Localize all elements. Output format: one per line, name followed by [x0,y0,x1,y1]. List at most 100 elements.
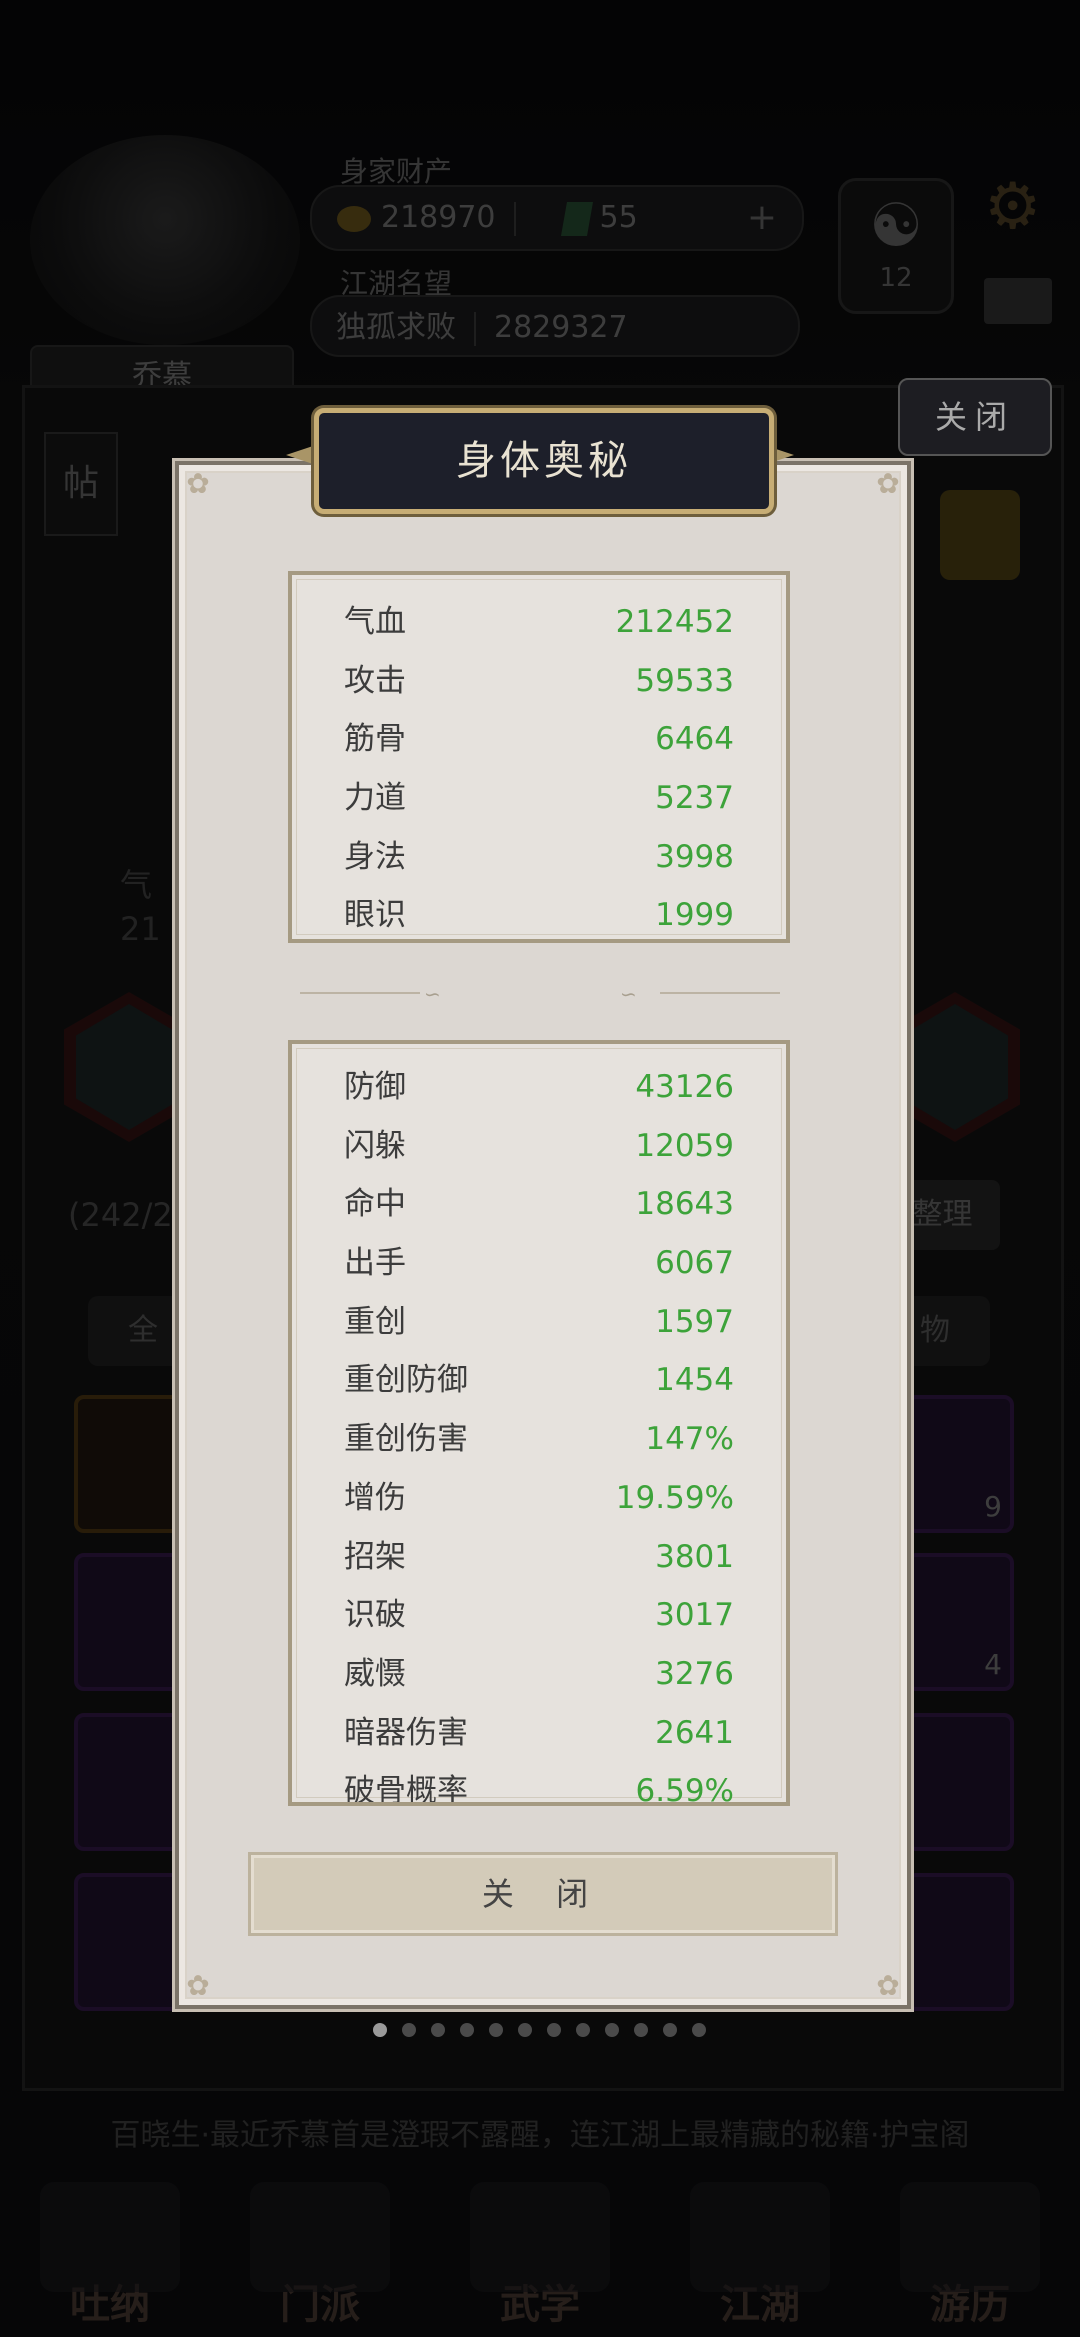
stat-value: 3276 [655,1655,734,1692]
inventory-slot[interactable] [906,1713,1014,1851]
divider-ornament-right: ∽ [620,982,637,1006]
stat-label: 招架 [344,1538,406,1575]
corner-ornament: ✿ [876,467,900,500]
stat-label: 气血 [344,604,406,640]
stat-row: 重创伤害 147% [292,1410,786,1469]
stat-label: 身法 [344,838,406,875]
page-dot[interactable] [692,2023,706,2037]
close-button[interactable]: 关 闭 [248,1852,838,1936]
jade-icon [560,201,593,236]
gold-coin-icon [337,205,371,232]
stat-value: 6067 [655,1245,734,1282]
add-currency-button[interactable]: + [747,187,777,249]
stat-row: 力道 5237 [292,769,786,828]
secondary-stats-panel[interactable]: 防御 43126 闪躲 12059 命中 18643 出手 6067 重创 1597 重创… [288,1040,790,1806]
stat-value: 6.59% [635,1773,734,1806]
divider-line-right [660,992,780,994]
emblem-icon[interactable] [940,490,1020,580]
stat-value: 12059 [635,1127,734,1164]
stat-prefix: 气 [120,866,153,904]
nav-jianghu[interactable]: 江湖 [680,2182,840,2332]
currency-bar: 218970 55 + [310,185,804,251]
stat-row: 暗器伤害 2641 [292,1704,786,1763]
stat-label: 重创 [344,1303,406,1340]
stat-value: 18643 [635,1186,734,1223]
nav-tuna[interactable]: 吐纳 [30,2182,190,2332]
stat-value: 3998 [655,838,734,875]
news-ticker: 百晓生·最近乔慕首是澄瑕不露醒，连江湖上最精藏的秘籍·护宝阁 [110,2118,970,2153]
stat-value: 1597 [655,1303,734,1340]
post-button[interactable]: 帖 [44,432,118,536]
page-dot[interactable] [605,2023,619,2037]
inventory-slot[interactable]: 9 [906,1395,1014,1533]
page-dot[interactable] [663,2023,677,2037]
close-top-button[interactable]: 关闭 [898,378,1052,456]
fame-title: 独孤求败 [336,310,456,345]
stat-value: 212452 [615,604,734,640]
stat-label: 增伤 [344,1479,406,1516]
taiji-button[interactable]: ☯ 12 [838,178,954,314]
stat-partial: 21 [120,910,161,948]
corner-ornament: ✿ [186,467,210,500]
stat-label: 暗器伤害 [344,1714,468,1751]
nav-martial[interactable]: 武学 [460,2182,620,2332]
stat-row: 出手 6067 [292,1234,786,1293]
wealth-label: 身家财产 [340,155,453,188]
page-dot[interactable] [576,2023,590,2037]
stat-value: 6464 [655,721,734,758]
corner-ornament: ✿ [876,1969,900,2002]
stat-row: 识破 3017 [292,1586,786,1645]
stat-value: 59533 [635,662,734,699]
inventory-slot[interactable] [74,1395,182,1533]
player-avatar[interactable] [30,135,300,345]
stat-row: 闪躲 12059 [292,1117,786,1176]
divider-line-left [300,992,420,994]
inventory-slot[interactable] [74,1873,182,2011]
stat-label: 命中 [344,1186,406,1223]
page-dot[interactable] [460,2023,474,2037]
stat-row: 重创防御 1454 [292,1351,786,1410]
corner-ornament: ✿ [186,1969,210,2002]
stat-label: 重创伤害 [344,1421,468,1458]
gear-icon[interactable]: ⚙ [984,170,1041,244]
primary-stats-panel: 气血 212452 攻击 59533 筋骨 6464 力道 5237 身法 3998 眼识… [288,571,790,943]
page-dot[interactable] [373,2023,387,2037]
inventory-slot[interactable] [74,1713,182,1851]
stat-value: 5237 [655,780,734,817]
gold-amount: 218970 [381,200,496,235]
stat-row: 防御 43126 [292,1058,786,1117]
stat-value: 3801 [655,1538,734,1575]
stat-label: 出手 [344,1245,406,1282]
inventory-slot[interactable] [74,1553,182,1691]
nav-sect[interactable]: 门派 [240,2182,400,2332]
stat-row: 招架 3801 [292,1528,786,1587]
taiji-count: 12 [879,263,913,293]
stat-value: 1454 [655,1362,734,1399]
divider-ornament-left: ∽ [424,982,441,1006]
item-count: 9 [984,1490,1002,1523]
page-dot[interactable] [634,2023,648,2037]
stat-label: 眼识 [344,897,406,934]
item-count: 4 [984,1648,1002,1681]
fame-value: 2829327 [494,310,628,345]
stat-row: 气血 212452 [292,593,786,652]
stat-row: 身法 3998 [292,828,786,887]
page-indicator [373,2022,721,2041]
inventory-slot[interactable] [906,1873,1014,2011]
stat-row: 眼识 1999 [292,886,786,939]
stat-row: 威慑 3276 [292,1645,786,1704]
stat-row: 破骨概率 6.59% [292,1762,786,1806]
page-dot[interactable] [547,2023,561,2037]
page-dot[interactable] [402,2023,416,2037]
stat-value: 1999 [655,897,734,934]
page-dot[interactable] [489,2023,503,2037]
yin-yang-icon: ☯ [869,191,923,261]
stat-value: 19.59% [615,1479,734,1516]
inventory-slot[interactable]: 4 [906,1553,1014,1691]
mail-icon[interactable] [984,278,1052,324]
stat-value: 2641 [655,1714,734,1751]
stat-row: 筋骨 6464 [292,710,786,769]
nav-travel[interactable]: 游历 [890,2182,1050,2332]
page-dot[interactable] [431,2023,445,2037]
page-dot[interactable] [518,2023,532,2037]
